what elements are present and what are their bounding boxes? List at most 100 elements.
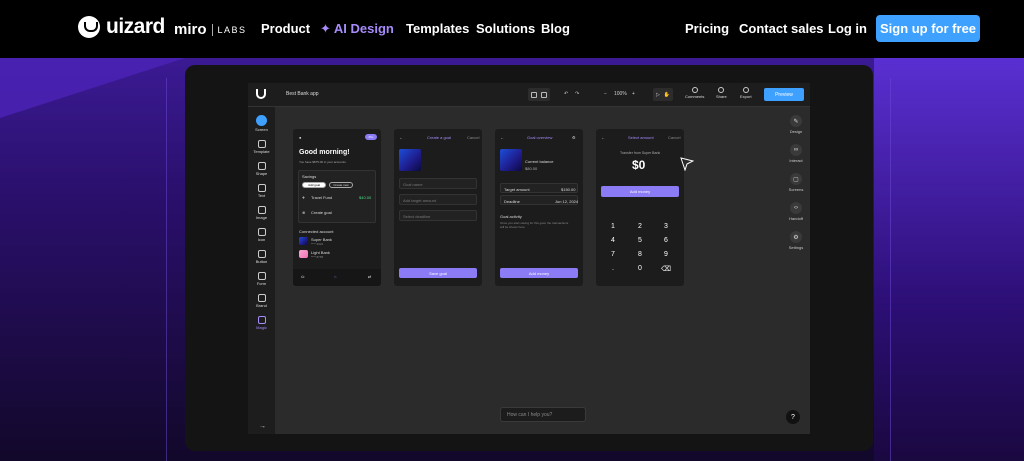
panel-label: Settings: [788, 245, 804, 250]
screen-select-amount[interactable]: ← Select amount Cancel Transfer from Sup…: [596, 129, 684, 286]
app-logo-icon[interactable]: [256, 89, 266, 99]
home-tab-icon[interactable]: ⌂: [334, 274, 336, 279]
tool-form[interactable]: Form: [248, 272, 275, 286]
deadline-field[interactable]: Select deadline: [399, 210, 477, 221]
target-amount-field[interactable]: Add target amount: [399, 194, 477, 205]
keypad-key[interactable]: 4: [608, 237, 618, 244]
back-arrow-icon[interactable]: ←: [399, 135, 403, 140]
desktop-view-icon[interactable]: [531, 91, 537, 98]
expand-arrow-icon[interactable]: →: [259, 423, 266, 430]
keypad-key[interactable]: 0: [635, 265, 645, 272]
nav-pricing[interactable]: Pricing: [685, 21, 729, 36]
create-goal-label[interactable]: Create goal: [311, 210, 332, 215]
keypad-key[interactable]: 6: [661, 237, 671, 244]
zoom-level[interactable]: 100%: [614, 91, 627, 97]
preview-button[interactable]: Preview: [764, 88, 804, 101]
back-arrow-icon[interactable]: ←: [500, 135, 504, 140]
pill-label: Add goal: [308, 183, 320, 187]
uizard-logo[interactable]: uizard: [78, 15, 165, 39]
screen-goal-overview[interactable]: ← Goal overview ⚙ Current balance $80.00…: [495, 129, 583, 286]
tool-template[interactable]: Template: [248, 140, 275, 154]
tool-magic[interactable]: Magic: [248, 316, 275, 330]
nav-solutions[interactable]: Solutions: [476, 21, 535, 36]
nav-templates[interactable]: Templates: [406, 21, 469, 36]
panel-screens[interactable]: ▢ Screens: [786, 173, 806, 192]
add-money-button[interactable]: Add money: [500, 268, 578, 278]
grid-view-icon[interactable]: [541, 91, 547, 98]
panel-label: Interact: [789, 158, 803, 163]
keypad-key[interactable]: 5: [635, 237, 645, 244]
share-button[interactable]: Share: [716, 87, 727, 99]
plane-icon: ✈: [302, 195, 306, 200]
field-placeholder: Select deadline: [403, 214, 431, 219]
magic-icon: [257, 316, 266, 324]
goal-image[interactable]: [399, 149, 421, 171]
zoom-out-icon[interactable]: −: [604, 91, 607, 97]
shape-icon: [257, 162, 266, 170]
row-label: Deadline: [504, 199, 520, 204]
play-icon[interactable]: ▷: [656, 92, 660, 98]
help-button[interactable]: ?: [786, 410, 800, 424]
keypad-key[interactable]: .: [608, 265, 618, 272]
cancel-link[interactable]: Cancel: [467, 135, 479, 140]
comments-button[interactable]: Comments: [685, 87, 704, 99]
nav-blog[interactable]: Blog: [541, 21, 570, 36]
separator: [211, 23, 213, 36]
undo-icon[interactable]: ↶: [564, 91, 568, 97]
panel-interact[interactable]: ∞ Interact: [786, 144, 806, 163]
settings-icon[interactable]: ⚙: [572, 135, 576, 140]
pill-add-goal[interactable]: Add goal: [302, 182, 326, 188]
tool-image[interactable]: Image: [248, 206, 275, 220]
add-money-button[interactable]: Add money: [601, 186, 679, 197]
back-arrow-icon[interactable]: ←: [601, 135, 605, 140]
share-label: Share: [716, 94, 727, 99]
export-button[interactable]: Export: [740, 87, 752, 99]
balance-label: Current balance: [525, 159, 554, 164]
transfer-tab-icon[interactable]: ⇄: [368, 274, 371, 279]
screen-create-goal[interactable]: ← Create a goal Cancel Goal name Add tar…: [394, 129, 482, 286]
button-label: Add money: [629, 189, 651, 194]
keypad-key[interactable]: 2: [635, 223, 645, 230]
signup-button[interactable]: Sign up for free: [876, 15, 980, 42]
tool-shape[interactable]: Shape: [248, 162, 275, 176]
chat-placeholder: How can I help you?: [507, 412, 553, 418]
tool-icon[interactable]: Icon: [248, 228, 275, 242]
save-goal-button[interactable]: Save goal: [399, 268, 477, 278]
tool-label: Shape: [255, 171, 268, 176]
screen-home[interactable]: ● Pro Good morning! You have $875.00 in …: [293, 129, 381, 286]
keypad-key[interactable]: 9: [661, 251, 671, 258]
tool-text[interactable]: Text: [248, 184, 275, 198]
cursor-icon: [680, 157, 694, 171]
nav-product[interactable]: Product: [261, 21, 310, 36]
pencil-icon: ✎: [790, 115, 802, 127]
nav-ai-design[interactable]: ✦ AI Design: [320, 21, 394, 37]
tool-button[interactable]: Button: [248, 250, 275, 264]
zoom-in-icon[interactable]: +: [632, 91, 635, 97]
hand-icon[interactable]: ✋: [664, 92, 670, 98]
target-row: Target amount $150.00: [500, 183, 578, 193]
tool-screen[interactable]: Screen: [248, 115, 275, 132]
nav-login[interactable]: Log in: [828, 21, 867, 36]
panel-settings[interactable]: ⚙ Settings: [786, 231, 806, 250]
backspace-key[interactable]: ⌫: [661, 265, 671, 273]
labs-label: LABS: [217, 24, 247, 35]
pill-create-new[interactable]: Create new: [329, 182, 353, 188]
cancel-link[interactable]: Cancel: [668, 135, 680, 140]
keypad-key[interactable]: 7: [608, 251, 618, 258]
miro-labs-badge: miro LABS: [174, 21, 247, 38]
ai-chat-input[interactable]: How can I help you?: [500, 407, 586, 422]
plus-icon: [256, 115, 267, 126]
keypad-key[interactable]: 8: [635, 251, 645, 258]
nav-contact-sales[interactable]: Contact sales: [739, 21, 824, 36]
play-group[interactable]: ▷ ✋: [653, 88, 674, 101]
tool-brand[interactable]: Brand: [248, 294, 275, 308]
redo-icon[interactable]: ↷: [575, 91, 579, 97]
panel-design[interactable]: ✎ Design: [786, 115, 806, 134]
view-toggle[interactable]: [528, 88, 550, 101]
savings-tab-icon[interactable]: ⛀: [301, 274, 304, 279]
project-name[interactable]: Best Bank app: [286, 91, 319, 97]
keypad-key[interactable]: 3: [661, 223, 671, 230]
goal-name-field[interactable]: Goal name: [399, 178, 477, 189]
keypad-key[interactable]: 1: [608, 223, 618, 230]
panel-handoff[interactable]: ‹› Handoff: [786, 202, 806, 221]
